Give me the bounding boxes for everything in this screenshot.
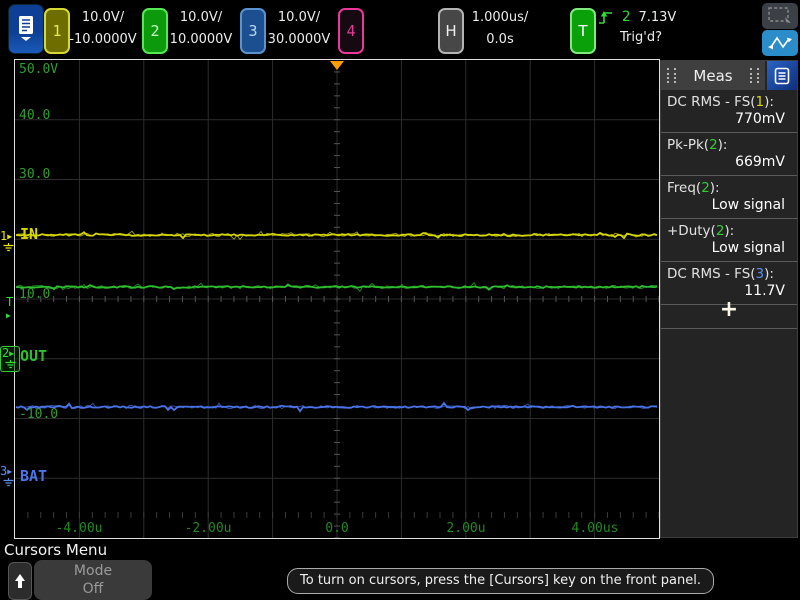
channel-1-scale: 10.0V/	[81, 10, 125, 25]
rising-edge-icon	[599, 10, 612, 24]
measurement-value: Low signal	[711, 240, 785, 256]
trigger-info[interactable]: 2 7.13V	[598, 6, 708, 28]
cursor-hint-message: To turn on cursors, press the [Cursors] …	[287, 568, 714, 594]
trigger-label: T	[578, 22, 588, 40]
channel-2-label: 2	[150, 22, 160, 40]
channel-3-trace-label[interactable]: BAT	[20, 469, 47, 484]
measurement-label: Pk-Pk(2):	[667, 137, 728, 153]
touch-gestures-button[interactable]	[762, 30, 798, 56]
x-axis-label: -4.00u	[55, 521, 103, 536]
channel-2-trace-label[interactable]: OUT	[20, 349, 47, 364]
drag-handle-right-icon[interactable]	[750, 68, 759, 83]
ground-icon	[5, 360, 16, 369]
measurement-panel: Meas DC RMS - FS(1): 770mV Pk-Pk(2): 669mV F…	[660, 60, 798, 538]
trigger-button[interactable]: T	[570, 8, 596, 54]
mode-softkey-button[interactable]: Mode Off	[34, 560, 152, 600]
channel-3-settings[interactable]: 10.0V/ 30.0000V	[263, 7, 335, 51]
measurement-label: DC RMS - FS(3):	[667, 266, 774, 282]
trigger-status: Trig'd?	[620, 30, 662, 45]
softkey-menu-title: Cursors Menu	[4, 541, 108, 559]
channel-4-label: 4	[346, 22, 356, 40]
up-arrow-icon	[15, 574, 25, 588]
measurement-value: 669mV	[735, 154, 785, 170]
measurement-value: 770mV	[735, 111, 785, 127]
measurement-item[interactable]: Pk-Pk(2): 669mV	[661, 133, 797, 176]
measurement-channel-number: 2	[701, 180, 710, 196]
ground-icon	[3, 478, 14, 487]
right-arrow-icon: ▶	[7, 467, 13, 476]
trigger-source: 2	[622, 9, 631, 25]
right-arrow-icon: ▶	[7, 232, 13, 241]
measurement-channel-number: 1	[755, 94, 765, 110]
y-axis-label: 50.0V	[19, 62, 59, 77]
channel-2-ground-marker[interactable]: 2 ▶	[0, 346, 20, 372]
panel-title: Meas	[693, 66, 733, 85]
y-axis-label: -10.0	[19, 407, 59, 422]
measurement-item[interactable]: DC RMS - FS(1): 770mV	[661, 90, 797, 133]
measurement-value: Low signal	[711, 197, 785, 213]
oscilloscope-screen: 1 10.0V/ -10.0000V 2 10.0V/ 10.0000V 3 1…	[0, 0, 800, 600]
mode-button-value: Off	[82, 581, 104, 597]
channel-3-offset: 30.0000V	[267, 32, 331, 47]
timebase-scale: 1.000us/	[471, 10, 529, 25]
channel-1-settings[interactable]: 10.0V/ -10.0000V	[67, 7, 139, 51]
region-select-button[interactable]	[762, 3, 798, 29]
graticule-svg	[15, 60, 659, 538]
back-button[interactable]	[8, 562, 32, 600]
y-axis-label: 40.0	[19, 108, 51, 123]
channel-2-settings[interactable]: 10.0V/ 10.0000V	[165, 7, 237, 51]
channel-4-button[interactable]: 4	[338, 8, 364, 54]
channel-3-ground-marker[interactable]: 3 ▶	[0, 464, 17, 487]
drag-handle-left-icon[interactable]	[667, 68, 676, 83]
channel-1-label: 1	[52, 22, 62, 40]
trigger-level-marker[interactable]: T ▶	[6, 295, 23, 321]
dashed-region-icon	[768, 7, 791, 23]
channel-2-scale: 10.0V/	[179, 10, 223, 25]
measurement-label: +Duty(2):	[667, 223, 735, 239]
measurement-label: Freq(2):	[667, 180, 720, 196]
measurement-label: DC RMS - FS(1):	[667, 94, 774, 110]
x-axis-label: 4.00us	[571, 521, 619, 536]
measurement-channel-number: 2	[715, 223, 725, 239]
measurement-item[interactable]: +Duty(2): Low signal	[661, 219, 797, 262]
ground-icon	[3, 243, 14, 252]
document-menu-icon	[19, 16, 33, 41]
x-axis-label: 2.00u	[446, 521, 486, 536]
measurement-list: DC RMS - FS(1): 770mV Pk-Pk(2): 669mV Freq(2…	[661, 90, 797, 305]
channel-1-ground-marker[interactable]: 1 ▶	[0, 229, 17, 252]
waveform-pan-icon	[768, 36, 792, 50]
marker-1-number: 1	[0, 229, 8, 243]
channel-1-offset: -10.0000V	[69, 32, 137, 47]
marker-t-letter: T	[6, 295, 14, 309]
main-menu-button[interactable]	[8, 4, 44, 54]
list-menu-icon	[774, 67, 790, 84]
horizontal-settings[interactable]: 1.000us/ 0.0s	[461, 7, 539, 51]
y-axis-label: 30.0	[19, 167, 51, 182]
channel-3-label: 3	[248, 22, 258, 40]
marker-3-number: 3	[0, 464, 8, 478]
measurement-channel-number: 2	[709, 137, 718, 153]
measurement-channel-number: 3	[755, 266, 765, 282]
add-measurement-button[interactable]: +	[661, 290, 797, 329]
graticule-display: 50.0V 40.0 30.0 10.0 -10.0 -4.00u -2.00u 0.0 2.0…	[14, 59, 660, 539]
y-axis-label: 10.0	[19, 287, 51, 302]
x-axis-label: 0.0	[325, 521, 349, 536]
timebase-delay: 0.0s	[486, 32, 514, 47]
marker-2-number: 2	[2, 346, 10, 360]
measurement-item[interactable]: Freq(2): Low signal	[661, 176, 797, 219]
right-arrow-icon: ▶	[9, 349, 15, 358]
trigger-arrow-icon: ▶	[6, 311, 11, 320]
measurement-menu-button[interactable]	[767, 61, 797, 90]
mode-button-title: Mode	[73, 563, 113, 579]
trigger-level: 7.13V	[638, 9, 677, 25]
channel-3-scale: 10.0V/	[277, 10, 321, 25]
channel-2-offset: 10.0000V	[169, 32, 233, 47]
channel-1-trace-label[interactable]: IN	[20, 227, 38, 242]
x-axis-label: -2.00u	[184, 521, 232, 536]
measurement-panel-header[interactable]: Meas	[661, 61, 765, 90]
horizontal-label: H	[445, 22, 457, 40]
